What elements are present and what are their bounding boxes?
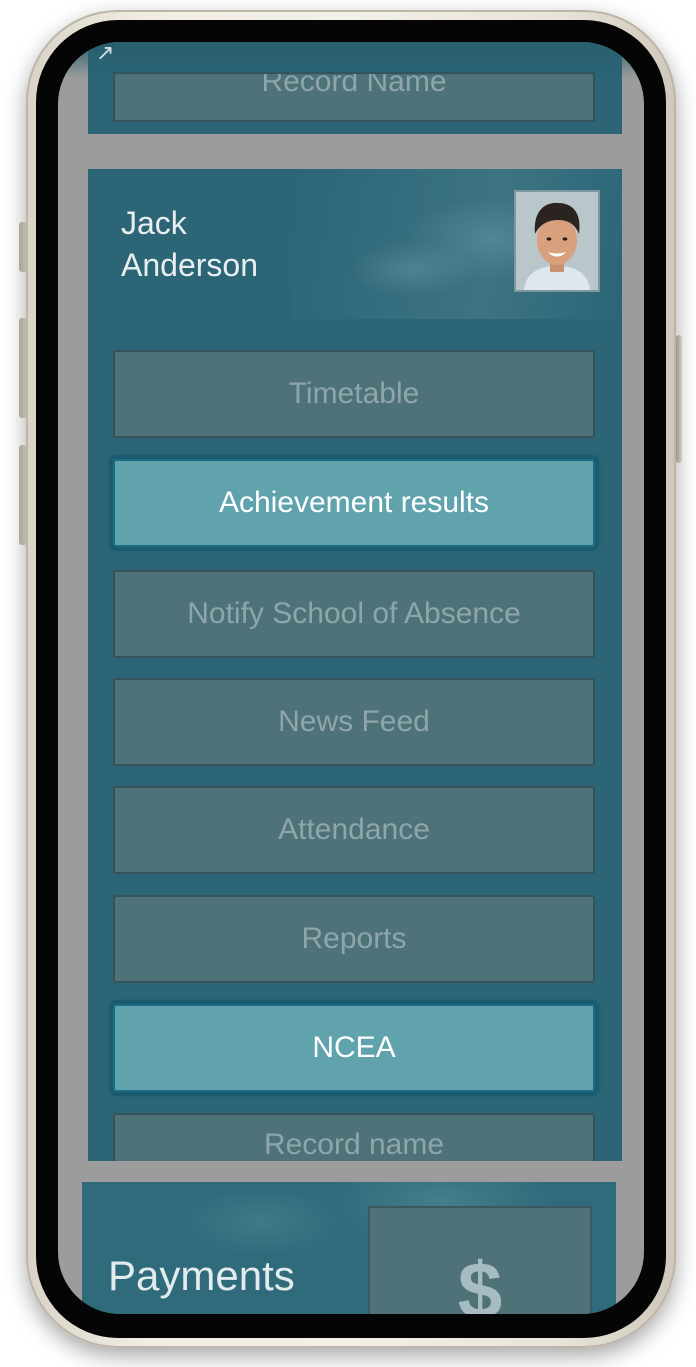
payments-button[interactable]: $ — [368, 1206, 592, 1314]
record-name-label: Record name — [263, 1128, 445, 1161]
record-name-button-top[interactable]: Record Name — [113, 72, 595, 122]
reports-button[interactable]: Reports — [113, 895, 595, 983]
record-name-button[interactable]: Record name — [113, 1113, 595, 1161]
notify-absence-button[interactable]: Notify School of Absence — [113, 570, 595, 658]
ncea-button[interactable]: NCEA — [113, 1004, 595, 1092]
power-button — [676, 335, 682, 463]
payments-label: Payments — [108, 1252, 295, 1299]
student-card: Jack Anderson Timetable Achievement resu… — [88, 169, 622, 1161]
news-feed-button[interactable]: News Feed — [113, 678, 595, 766]
payments-card[interactable]: Payments $ — [82, 1182, 616, 1314]
notify-absence-label: Notify School of Absence — [187, 597, 521, 630]
timetable-label: Timetable — [288, 377, 420, 410]
timetable-button[interactable]: Timetable — [113, 350, 595, 438]
avatar-photo — [516, 192, 598, 290]
student-name: Jack Anderson — [121, 205, 258, 283]
dollar-icon: $ — [457, 1246, 503, 1314]
attendance-button[interactable]: Attendance — [113, 786, 595, 874]
status-bar-fade — [58, 42, 644, 78]
achievement-results-label: Achievement results — [218, 486, 490, 519]
phone-screen: Record Name ↗ Jack Anderson Timetable Ac… — [58, 42, 644, 1314]
attendance-label: Attendance — [278, 813, 430, 846]
chevron-icon: ↗ — [96, 42, 115, 66]
reports-label: Reports — [301, 922, 407, 955]
ncea-label: NCEA — [312, 1031, 396, 1064]
achievement-results-button[interactable]: Achievement results — [113, 459, 595, 547]
student-avatar[interactable] — [514, 190, 600, 292]
news-feed-label: News Feed — [278, 705, 430, 738]
stage: Record Name ↗ Jack Anderson Timetable Ac… — [0, 0, 696, 1367]
